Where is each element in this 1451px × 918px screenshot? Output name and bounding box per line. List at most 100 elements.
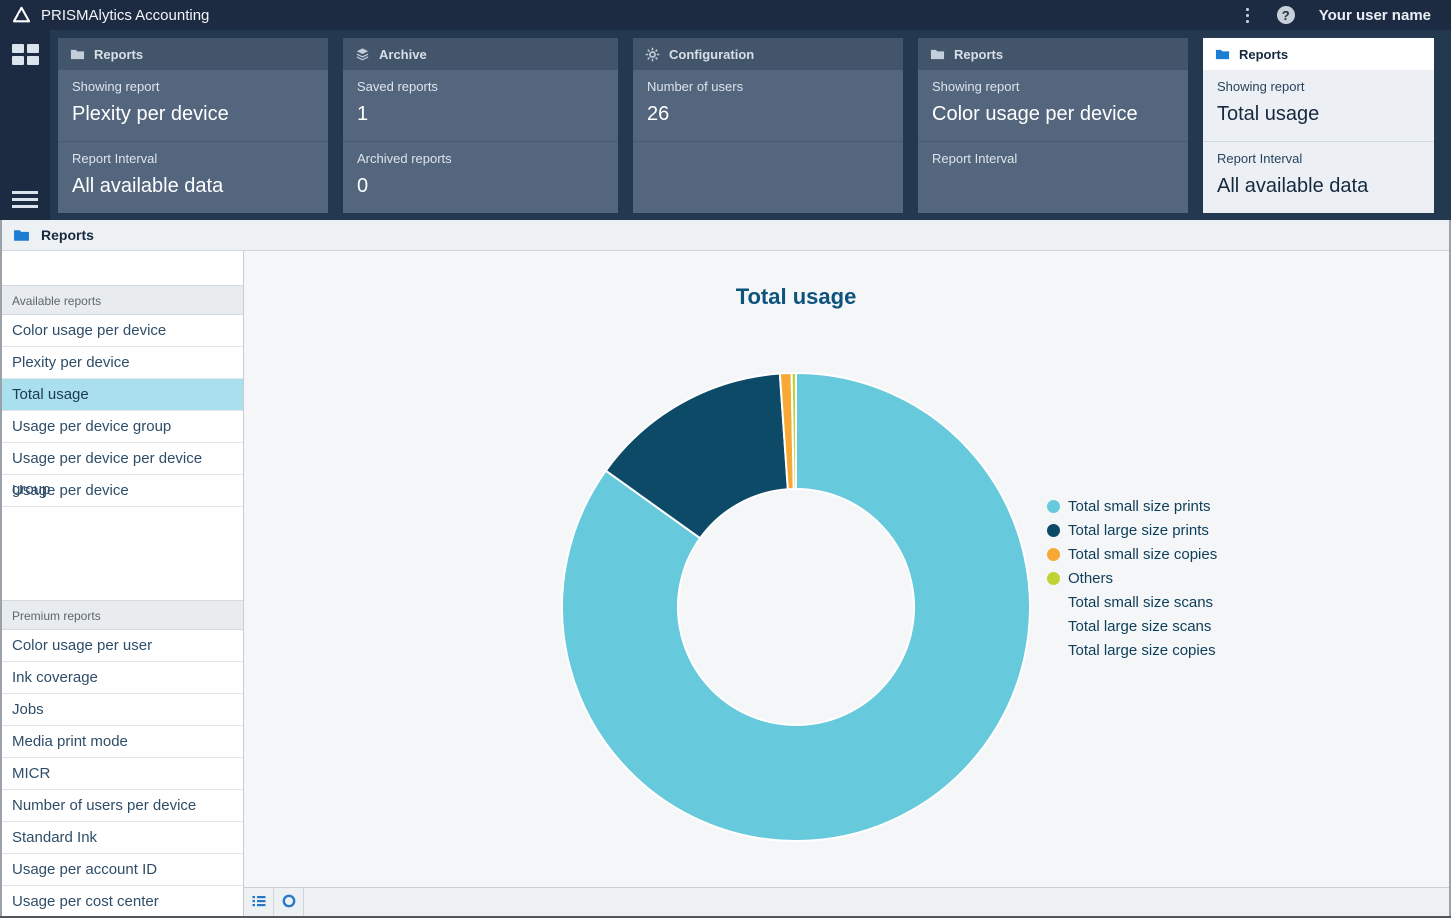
card-row: Archived reports0 [343,141,618,213]
card-label: Showing report [72,79,314,94]
card-label: Number of users [647,79,889,94]
card-title: Reports [94,47,143,62]
card-value: All available data [1217,175,1420,198]
gear-icon [645,47,660,62]
overflow-menu-icon[interactable] [1242,6,1253,25]
app-title: PRISMAlytics Accounting [41,7,209,24]
sidebar-item-plexity-per-device[interactable]: Plexity per device [2,347,243,379]
sidebar-item-jobs[interactable]: Jobs [2,694,243,726]
legend-bullet-icon [1047,500,1060,513]
sidebar-item-usage-per-device-per-device-group[interactable]: Usage per device per device group [2,443,243,475]
report-list-button[interactable] [244,888,274,916]
sidebar-item-usage-per-account-id[interactable]: Usage per account ID [2,854,243,886]
card-label: Archived reports [357,151,604,166]
legend-item-total-large-size-prints: Total large size prints [1047,518,1217,542]
chart-legend: Total small size prints Total large size … [1047,494,1217,662]
topbar-actions: ? Your user name [1242,6,1441,25]
sidebar-item-usage-per-device-group[interactable]: Usage per device group [2,411,243,443]
breadcrumb: Reports [2,220,1449,251]
sidebar-item-micr[interactable]: MICR [2,758,243,790]
card-header: Configuration [633,38,903,70]
card-row: Number of users 26 [633,70,903,141]
legend-label: Total large size prints [1068,522,1209,539]
card-row [633,141,903,213]
dashboard-cards-row: ReportsShowing reportPlexity per deviceR… [0,30,1451,220]
legend-bullet-icon [1047,524,1060,537]
card-value: All available data [72,175,314,198]
donut-chart[interactable] [560,371,1032,843]
card-body: Showing reportTotal usageReport Interval… [1203,70,1434,213]
report-list-icon [251,893,267,912]
card-title: Reports [954,47,1003,62]
folder-icon [13,227,30,244]
app-logo-icon [10,4,32,26]
sidebar-item-total-usage[interactable]: Total usage [2,379,243,411]
report-view: Total usage Total small size printsTotal… [244,251,1449,916]
card-row: Report IntervalAll available data [58,141,328,213]
card-body: Showing reportPlexity per deviceReport I… [58,70,328,213]
sidebar-item-usage-per-cost-center[interactable]: Usage per cost center [2,886,243,916]
dashboard-card-1-reports[interactable]: Reports Showing reportPlexity per deviceR… [58,38,328,213]
dashboard-grid-icon[interactable] [12,44,39,65]
legend-label: Others [1068,570,1113,587]
cards-container: ReportsShowing reportPlexity per deviceR… [50,30,1451,220]
menu-icon[interactable] [12,191,38,208]
folder-icon [1215,47,1230,62]
user-name[interactable]: Your user name [1319,7,1431,24]
card-row: Saved reports1 [343,70,618,141]
legend-item-others: Others [1047,566,1217,590]
sidebar-item-ink-coverage[interactable]: Ink coverage [2,662,243,694]
sidebar-item-media-print-mode[interactable]: Media print mode [2,726,243,758]
section-header: Premium reports [2,600,243,630]
card-body: Showing reportColor usage per device Repo… [918,70,1188,213]
dashboard-card-4-reports[interactable]: Reports Showing reportColor usage per dev… [918,38,1188,213]
legend-item-total-small-size-copies: Total small size copies [1047,542,1217,566]
dashboard-card-3-configuration[interactable]: Configuration Number of users 26 [633,38,903,213]
card-label: Report Interval [932,151,1174,166]
card-value: Color usage per device [932,103,1174,126]
section-header: Available reports [2,285,243,315]
sidebar-item-standard-ink[interactable]: Standard Ink [2,822,243,854]
card-title: Reports [1239,47,1288,62]
card-header: Reports [918,38,1188,70]
breadcrumb-reports[interactable]: Reports [41,227,94,243]
reports-sidebar: Available reportsColor usage per deviceP… [2,251,244,916]
legend-label: Total small size copies [1068,546,1217,563]
card-body: Number of users 26 [633,70,903,213]
legend-label: Total small size prints [1068,498,1211,515]
legend-label: Total small size scans [1068,594,1213,611]
card-label: Report Interval [1217,151,1420,166]
card-header: Reports [58,38,328,70]
report-toolbar [244,887,1449,916]
legend-bullet-icon [1047,572,1060,585]
chart-title: Total usage [736,284,857,310]
sidebar-section-available-reports: Available reportsColor usage per deviceP… [2,285,243,507]
legend-item-total-small-size-prints: Total small size prints [1047,494,1217,518]
dashboard-card-2-archive[interactable]: ArchiveSaved reports1Archived reports0 [343,38,618,213]
legend-bullet-icon [1047,548,1060,561]
sidebar-item-number-of-users-per-device[interactable]: Number of users per device [2,790,243,822]
card-header: Reports [1203,38,1434,70]
app-window: PRISMAlytics Accounting ? Your user name… [0,0,1451,918]
archive-icon [355,47,370,62]
card-value: 26 [647,103,889,126]
help-icon[interactable]: ? [1277,6,1295,24]
refresh-button[interactable] [274,888,304,916]
left-rail [0,30,50,220]
sidebar-item-color-usage-per-user[interactable]: Color usage per user [2,630,243,662]
dashboard-card-5-reports[interactable]: Reports Showing reportTotal usageReport I… [1203,38,1434,213]
card-row: Report Interval [918,141,1188,213]
refresh-icon [281,893,297,912]
card-row: Showing reportPlexity per device [58,70,328,141]
legend-label: Total large size scans [1068,618,1211,635]
legend-label: Total large size copies [1068,642,1216,659]
card-value: 1 [357,103,604,126]
card-row: Report Interval All available data [1203,141,1434,213]
card-row: Showing reportColor usage per device [918,70,1188,141]
legend-item-total-large-size-copies: Total large size copies [1047,638,1217,662]
sidebar-item-color-usage-per-device[interactable]: Color usage per device [2,315,243,347]
card-title: Configuration [669,47,754,62]
legend-item-total-small-size-scans: Total small size scans [1047,590,1217,614]
card-body: Saved reports1Archived reports0 [343,70,618,213]
sidebar-item-usage-per-device[interactable]: Usage per device [2,475,243,507]
